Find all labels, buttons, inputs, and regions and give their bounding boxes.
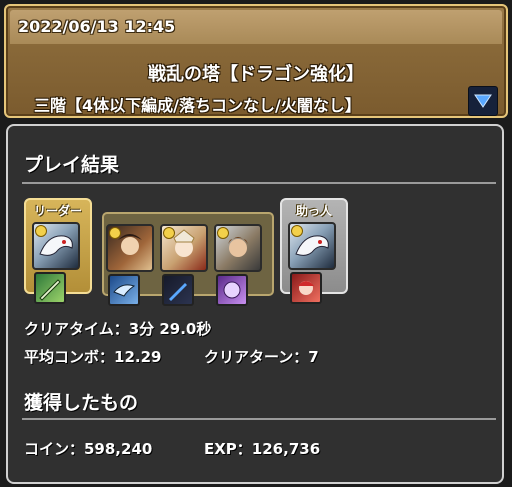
helper-assist-card[interactable] xyxy=(290,272,322,304)
average-combo: 平均コンボ：12.29 xyxy=(24,348,162,366)
section-title-result: プレイ結果 xyxy=(24,154,120,176)
blue-bird-icon xyxy=(113,284,136,297)
leader-assist-card[interactable] xyxy=(34,272,66,304)
sub-monster-card-1[interactable] xyxy=(106,224,154,272)
result-panel: プレイ結果 リーダー 助っ人 クリアタイム：3分 29.0秒 平均コンボ：12.… xyxy=(6,124,504,484)
purple-beast-icon xyxy=(223,281,241,299)
coin-reward: コイン：598,240 xyxy=(24,440,153,458)
exp-reward: EXP：126,736 xyxy=(204,440,321,458)
sub-monster-card-3[interactable] xyxy=(214,224,262,272)
leader-label: リーダー xyxy=(33,204,82,218)
dark-swordsman-icon xyxy=(118,234,142,255)
floor-info: 三階【4体以下編成/落ちコンなし/火闇なし】 xyxy=(34,96,361,115)
triangle-down-icon xyxy=(474,94,492,108)
brown-hair-man-icon xyxy=(228,237,248,257)
clear-time: クリアタイム：3分 29.0秒 xyxy=(24,320,212,338)
sub-assist-card-1[interactable] xyxy=(108,274,140,306)
red-girl-icon xyxy=(298,281,314,295)
dungeon-name: 戦乱の塔【ドラゴン強化】 xyxy=(148,64,364,85)
white-dragon-icon xyxy=(295,235,329,256)
divider xyxy=(22,418,496,420)
expand-toggle-button[interactable] xyxy=(468,86,498,116)
blue-blade-icon xyxy=(169,283,187,301)
helper-label: 助っ人 xyxy=(295,204,332,218)
sub-monster-card-2[interactable] xyxy=(160,224,208,272)
helper-monster-card[interactable] xyxy=(288,222,336,270)
leader-monster-card[interactable] xyxy=(32,222,80,270)
section-title-rewards: 獲得したもの xyxy=(24,392,139,414)
sub-assist-card-3[interactable] xyxy=(216,274,248,306)
white-priestess-icon xyxy=(173,229,195,257)
sub-assist-card-2[interactable] xyxy=(162,274,194,306)
play-datetime: 2022/06/13 12:45 xyxy=(18,17,176,36)
white-dragon-icon xyxy=(39,235,73,256)
dungeon-banner: 2022/06/13 12:45 戦乱の塔【ドラゴン強化】 三階【4体以下編成/… xyxy=(4,4,508,118)
divider xyxy=(22,182,496,184)
clear-turns: クリアターン：7 xyxy=(204,348,319,366)
green-weapon-icon xyxy=(39,279,61,301)
